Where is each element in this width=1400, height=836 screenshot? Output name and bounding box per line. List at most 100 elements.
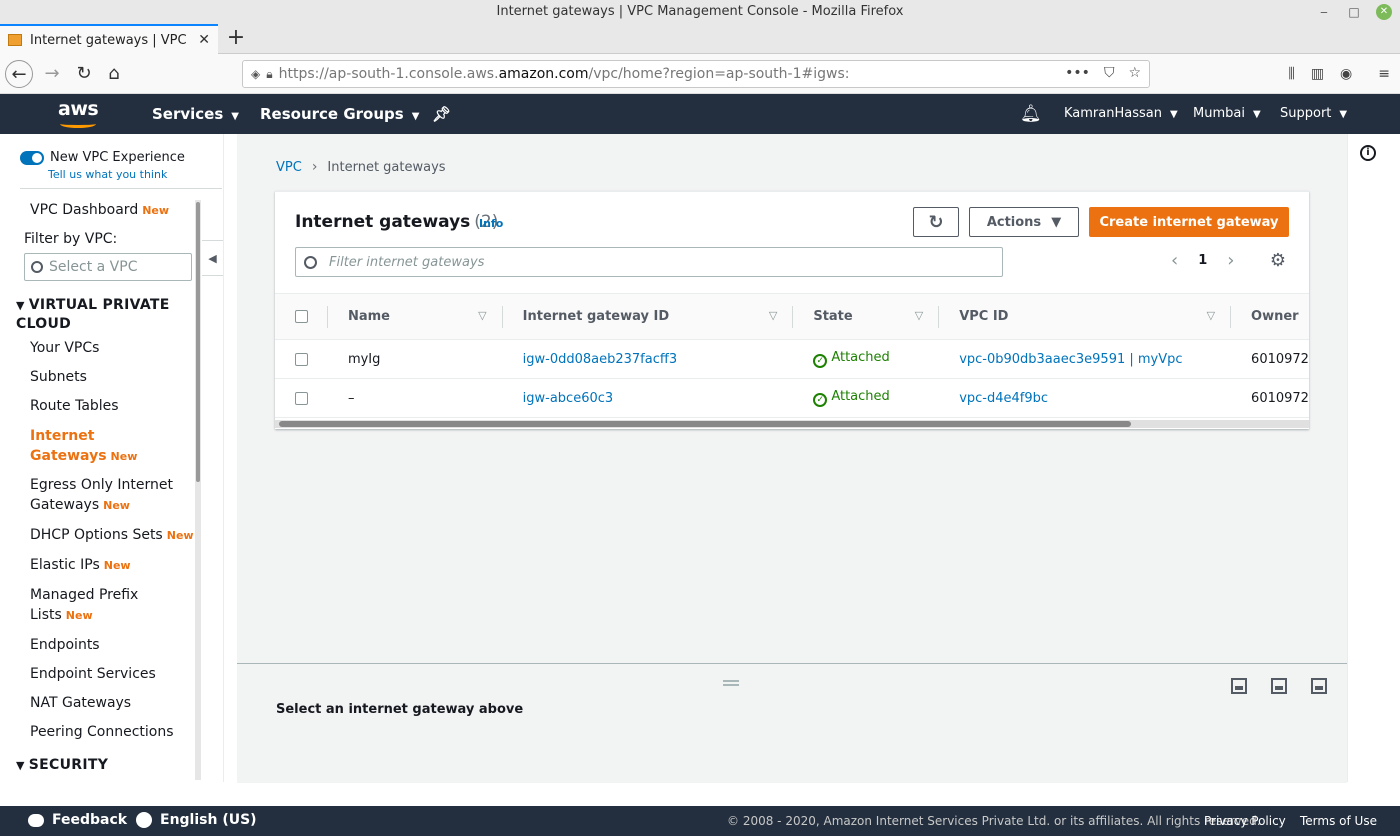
terms-of-use-link[interactable]: Terms of Use <box>1300 814 1377 828</box>
user-menu[interactable]: KamranHassan ▼ <box>1064 94 1178 134</box>
sidebar-item-egress-only-gateways[interactable]: Egress Only Internet Gateways New <box>30 475 180 516</box>
close-window-icon[interactable]: ✕ <box>1376 4 1392 20</box>
pin-icon[interactable]: 📌︎ <box>432 94 451 134</box>
column-header-state[interactable]: State ▽ <box>793 293 940 340</box>
sidebar-item-endpoints[interactable]: Endpoints <box>30 635 195 655</box>
sidebar-scrollbar-thumb[interactable] <box>196 202 200 482</box>
row-checkbox[interactable] <box>295 391 308 405</box>
sidebar-item-route-tables[interactable]: Route Tables <box>30 396 195 416</box>
igw-id-link[interactable]: igw-abce60c3 <box>523 391 614 406</box>
sidebar-item-endpoint-services[interactable]: Endpoint Services <box>30 664 195 684</box>
info-link[interactable]: Info <box>479 217 503 230</box>
favicon-icon <box>8 34 22 46</box>
minimize-icon[interactable]: ‒ <box>1316 4 1332 20</box>
sidebar-item-your-vpcs[interactable]: Your VPCs <box>30 338 195 358</box>
reload-button[interactable]: ↻ <box>70 60 98 88</box>
state-label: Attached <box>831 350 890 365</box>
search-placeholder: Filter internet gateways <box>329 254 485 270</box>
sidebar-item-nat-gateways[interactable]: NAT Gateways <box>30 693 195 713</box>
section-security[interactable]: ▼ SECURITY <box>16 756 191 775</box>
header-label: Internet gateway ID <box>522 309 670 324</box>
column-header-owner[interactable]: Owner <box>1231 293 1309 340</box>
panel-side-icon[interactable] <box>1271 678 1287 694</box>
pocket-icon[interactable]: ⛉ <box>1104 65 1115 81</box>
sort-icon[interactable]: ▽ <box>915 309 923 322</box>
sidebar-item-vpc-dashboard[interactable]: VPC Dashboard New <box>30 200 195 221</box>
resource-groups-menu[interactable]: Resource Groups ▼ <box>260 94 419 134</box>
sidebar-item-peering-connections[interactable]: Peering Connections <box>30 722 195 742</box>
vpc-id-link[interactable]: vpc-0b90db3aaec3e9591 | myVpc <box>959 352 1182 367</box>
account-icon[interactable]: ◉ <box>1340 66 1352 82</box>
shield-icon[interactable]: ◈ <box>251 67 260 81</box>
sidebar-divider <box>20 188 222 189</box>
more-actions-icon[interactable]: ••• <box>1065 65 1090 81</box>
hamburger-menu-icon[interactable]: ≡ <box>1378 66 1390 82</box>
table-scrollbar-thumb[interactable] <box>279 421 1131 427</box>
row-checkbox[interactable] <box>295 352 308 366</box>
forward-button[interactable]: → <box>38 60 66 88</box>
section-virtual-private-cloud[interactable]: ▼ VIRTUAL PRIVATE CLOUD <box>16 296 191 333</box>
url-bar[interactable]: ◈ 🔒︎ https://ap-south-1.console.aws. amaz… <box>242 60 1150 88</box>
feedback-link[interactable]: Tell us what you think <box>48 168 167 181</box>
column-header-vpc-id[interactable]: VPC ID ▽ <box>939 293 1232 340</box>
back-button[interactable]: ← <box>5 60 33 88</box>
services-menu[interactable]: Services ▼ <box>152 94 239 134</box>
prev-page-icon[interactable]: ‹ <box>1171 250 1178 271</box>
create-internet-gateway-button[interactable]: Create internet gateway <box>1089 207 1289 237</box>
sidebar-toggle-icon[interactable]: ▥ <box>1311 66 1324 82</box>
header-label: Name <box>347 309 390 324</box>
sort-icon[interactable]: ▽ <box>478 309 486 322</box>
actions-button[interactable]: Actions ▼ <box>969 207 1079 237</box>
feedback-button[interactable]: Feedback <box>28 812 127 828</box>
lock-icon[interactable]: 🔒︎ <box>266 67 272 82</box>
vpc-filter-select[interactable]: Select a VPC <box>24 253 192 281</box>
sidebar-item-elastic-ips[interactable]: Elastic IPs New <box>30 555 195 576</box>
refresh-button[interactable]: ↻ <box>913 207 959 237</box>
current-page[interactable]: 1 <box>1198 253 1207 268</box>
actions-label: Actions <box>986 214 1042 230</box>
column-header-name[interactable]: Name ▽ <box>327 293 503 340</box>
home-button[interactable]: ⌂ <box>100 60 128 88</box>
maximize-icon[interactable]: □ <box>1346 4 1362 20</box>
sidebar: New VPC Experience Tell us what you thin… <box>0 134 224 782</box>
vpc-id-link[interactable]: vpc-d4e4f9bc <box>959 391 1048 406</box>
sort-icon[interactable]: ▽ <box>769 309 777 322</box>
collapse-sidebar-button[interactable]: ◀ <box>202 240 223 276</box>
panel-bottom-icon[interactable] <box>1231 678 1247 694</box>
breadcrumb-vpc-link[interactable]: VPC <box>276 160 302 175</box>
language-selector[interactable]: English (US) <box>136 812 257 828</box>
table-row[interactable]: – igw-abce60c3 ✓ Attached vpc-d4e4f9bc 60… <box>275 378 1309 418</box>
gear-icon[interactable]: ⚙ <box>1269 252 1287 270</box>
header-label: VPC ID <box>959 309 1009 324</box>
support-menu[interactable]: Support ▼ <box>1280 94 1347 134</box>
privacy-policy-link[interactable]: Privacy Policy <box>1204 814 1286 828</box>
panel-full-icon[interactable] <box>1311 678 1327 694</box>
sidebar-item-dhcp-options[interactable]: DHCP Options Sets New <box>30 525 195 546</box>
browser-tab[interactable]: Internet gateways | VPC Ma ✕ <box>0 24 218 54</box>
region-menu[interactable]: Mumbai ▼ <box>1193 94 1261 134</box>
bell-icon[interactable]: 🔔︎ <box>1020 94 1042 134</box>
sidebar-item-label: Elastic IPs <box>30 557 100 573</box>
sidebar-item-managed-prefix-lists[interactable]: Managed Prefix Lists New <box>30 585 150 626</box>
breadcrumb-current: Internet gateways <box>327 159 446 175</box>
split-panel-resize-handle[interactable] <box>723 680 739 686</box>
igw-id-link[interactable]: igw-0dd08aeb237facff3 <box>523 352 677 367</box>
select-all-checkbox[interactable] <box>295 310 308 323</box>
next-page-icon[interactable]: › <box>1227 250 1234 271</box>
table-row[interactable]: myIg igw-0dd08aeb237facff3 ✓ Attached vpc… <box>275 339 1309 379</box>
vpc-filter-placeholder: Select a VPC <box>49 259 138 275</box>
library-icon[interactable]: ⫼ <box>1288 66 1294 82</box>
sidebar-item-internet-gateways[interactable]: Internet Gateways New <box>30 426 150 467</box>
new-vpc-experience-toggle[interactable] <box>20 150 44 165</box>
sidebar-item-subnets[interactable]: Subnets <box>30 367 195 387</box>
tab-close-icon[interactable]: ✕ <box>198 32 210 48</box>
refresh-icon: ↻ <box>928 211 944 233</box>
cell-state: ✓ Attached <box>793 339 940 379</box>
filter-search-input[interactable]: Filter internet gateways <box>295 247 1003 277</box>
bookmark-star-icon[interactable]: ☆ <box>1128 65 1141 81</box>
info-icon[interactable]: i <box>1360 145 1376 161</box>
aws-logo[interactable]: aws <box>58 98 102 128</box>
column-header-igw-id[interactable]: Internet gateway ID ▽ <box>502 293 794 340</box>
sort-icon[interactable]: ▽ <box>1207 309 1215 322</box>
new-tab-button[interactable]: + <box>224 26 248 50</box>
